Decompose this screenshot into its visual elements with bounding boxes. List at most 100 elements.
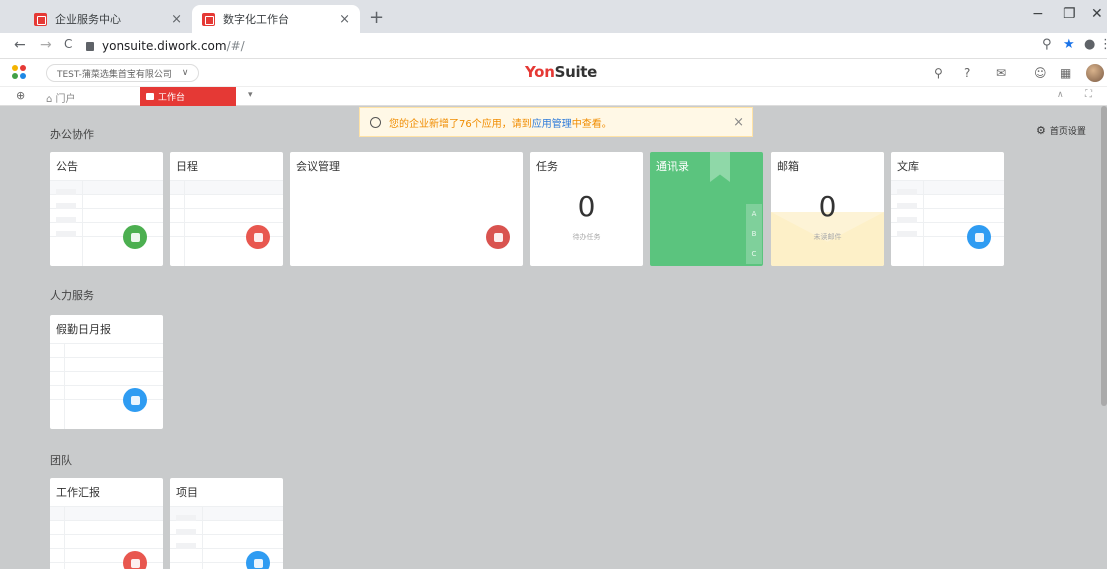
service-icon[interactable]: ☺ <box>1034 66 1047 80</box>
card-grid <box>170 180 283 266</box>
card-title: 会议管理 <box>296 160 340 173</box>
app-header: TEST-蒲菜选集首宝有限公司 ∨ YonSuite ⚲ ? ✉ ☺ ▦ <box>0 59 1107 87</box>
meeting-icon <box>486 225 510 249</box>
close-window-icon[interactable]: ✕ <box>1091 6 1103 22</box>
tab-workbench[interactable]: 工作台 <box>140 87 236 106</box>
chevron-down-icon: ∨ <box>181 68 189 78</box>
section-title: 办公协作 <box>50 128 94 141</box>
mail-sublabel: 未读邮件 <box>813 233 842 241</box>
card-schedule[interactable]: 日程 <box>170 152 283 266</box>
url-path: /#/ <box>226 39 245 53</box>
alphabet-letter: B <box>751 230 757 238</box>
card-title: 文库 <box>897 160 919 173</box>
card-announcement[interactable]: 公告 <box>50 152 163 266</box>
card-meeting[interactable]: 会议管理 <box>290 152 523 266</box>
search-icon[interactable]: ⚲ <box>934 66 943 80</box>
tenant-name: TEST-蒲菜选集首宝有限公司 <box>57 69 172 80</box>
tenant-selector[interactable]: TEST-蒲菜选集首宝有限公司 ∨ <box>46 64 200 82</box>
message-icon[interactable]: ✉ <box>996 66 1006 80</box>
tab-portal[interactable]: ⌂ 门户 <box>46 90 76 105</box>
card-work-report[interactable]: 工作汇报 <box>50 478 163 569</box>
browser-tab-workbench[interactable]: 数字化工作台 × <box>192 5 360 33</box>
url-input[interactable]: yonsuite.diwork.com /#/ <box>86 36 1016 56</box>
calendar-icon <box>246 225 270 249</box>
restore-icon[interactable]: ❐ <box>1063 6 1076 22</box>
reload-icon[interactable]: C <box>64 37 72 51</box>
mail-count: 0 <box>818 190 837 223</box>
fullscreen-icon[interactable]: ⛶ <box>1085 89 1092 100</box>
workbench-icon <box>146 93 154 100</box>
card-tasks[interactable]: 任务 0 待办任务 <box>530 152 643 266</box>
report-icon <box>123 388 147 412</box>
card-title: 任务 <box>536 160 558 173</box>
browser-tab-strip: 企业服务中心 × 数字化工作台 × + − ❐ ✕ <box>0 0 1107 33</box>
alphabet-letter: C <box>751 250 757 258</box>
workbench-main: 办公协作 您的企业新增了76个应用，请到 应用管理 中查看。 × ⚙ 首页设置 … <box>0 106 1107 569</box>
help-icon[interactable]: ? <box>964 66 970 80</box>
card-project[interactable]: 项目 <box>170 478 283 569</box>
card-mail[interactable]: 邮箱 0 未读邮件 <box>771 152 884 266</box>
app-favicon-icon <box>34 12 47 26</box>
app-management-link[interactable]: 应用管理 <box>532 115 572 130</box>
address-bar: ← → C yonsuite.diwork.com /#/ ⚲ ★ ● ⋮ <box>0 33 1107 59</box>
tab-close-icon[interactable]: × <box>339 12 350 27</box>
bookmark-ribbon-icon <box>710 152 730 182</box>
gear-icon: ⚙ <box>1036 124 1046 137</box>
pin-icon[interactable]: ⊕ <box>16 89 25 102</box>
tab-workbench-label: 工作台 <box>158 93 186 103</box>
card-grid <box>891 180 1004 266</box>
url-host: yonsuite.diwork.com <box>102 39 227 53</box>
card-grid <box>50 343 163 429</box>
brand-title: YonSuite <box>525 63 597 81</box>
workspace-tab-bar: ⊕ ⌂ 门户 工作台 ▾ ∧ ⛶ <box>0 87 1107 106</box>
section-title: 团队 <box>50 454 72 467</box>
card-title: 通讯录 <box>656 160 689 173</box>
card-attendance-report[interactable]: 假勤日月报 <box>50 315 163 429</box>
forward-icon[interactable]: → <box>40 37 52 53</box>
close-icon[interactable]: × <box>733 115 744 130</box>
minimize-icon[interactable]: − <box>1032 6 1044 22</box>
avatar[interactable] <box>1086 64 1104 82</box>
card-title: 邮箱 <box>777 160 799 173</box>
tab-title: 企业服务中心 <box>55 13 121 26</box>
announcement-icon <box>123 225 147 249</box>
lock-icon <box>86 41 94 51</box>
page-scrollbar[interactable] <box>1101 106 1107 406</box>
project-icon <box>246 551 270 569</box>
work-report-icon <box>123 551 147 569</box>
library-icon <box>967 225 991 249</box>
brand-main: Yon <box>525 63 555 81</box>
task-sublabel: 待办任务 <box>572 233 601 241</box>
card-title: 日程 <box>176 160 198 173</box>
tab-dropdown-icon[interactable]: ▾ <box>248 90 253 100</box>
new-tab-button[interactable]: + <box>369 7 384 28</box>
bookmark-star-icon[interactable]: ★ <box>1063 37 1075 52</box>
calendar-icon[interactable]: ▦ <box>1060 66 1071 80</box>
card-library[interactable]: 文库 <box>891 152 1004 266</box>
homepage-settings-button[interactable]: ⚙ 首页设置 <box>1036 124 1086 137</box>
profile-icon[interactable]: ● <box>1084 37 1095 52</box>
notice-text-prefix: 您的企业新增了76个应用，请到 <box>389 118 532 130</box>
alphabet-index: A B C <box>746 204 762 264</box>
collapse-icon[interactable]: ∧ <box>1057 90 1064 100</box>
brand-suffix: Suite <box>554 63 598 81</box>
alphabet-letter: A <box>751 210 757 218</box>
card-title: 假勤日月报 <box>56 323 111 336</box>
back-icon[interactable]: ← <box>14 37 26 53</box>
yonsuite-logo-icon[interactable] <box>12 65 28 81</box>
browser-tab-enterprise[interactable]: 企业服务中心 × <box>24 5 192 33</box>
info-icon <box>370 116 381 128</box>
notice-text-suffix: 中查看。 <box>571 118 612 130</box>
card-title: 工作汇报 <box>56 486 100 499</box>
task-count: 0 <box>577 190 596 223</box>
card-grid <box>50 180 163 266</box>
card-title: 公告 <box>56 160 78 173</box>
new-apps-notice: 您的企业新增了76个应用，请到 应用管理 中查看。 × <box>359 107 753 137</box>
zoom-icon[interactable]: ⚲ <box>1042 37 1052 52</box>
section-title: 人力服务 <box>50 289 94 302</box>
app-favicon-icon <box>202 12 215 26</box>
card-contacts[interactable]: 通讯录 A B C <box>650 152 763 266</box>
tab-close-icon[interactable]: × <box>171 12 182 27</box>
settings-label: 首页设置 <box>1049 127 1086 137</box>
browser-menu-icon[interactable]: ⋮ <box>1099 37 1107 52</box>
